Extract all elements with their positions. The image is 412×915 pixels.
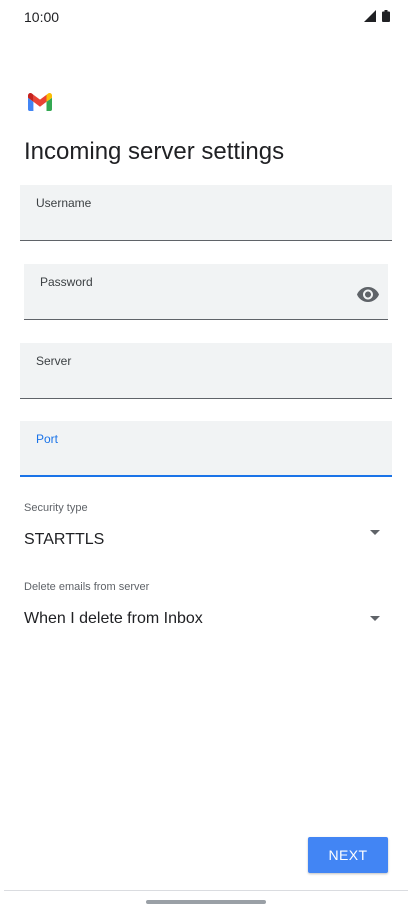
username-input[interactable]: [36, 214, 376, 234]
server-label: Server: [36, 354, 72, 368]
gmail-logo: [28, 93, 52, 111]
server-input[interactable]: [36, 372, 376, 392]
delete-emails-value: When I delete from Inbox: [24, 610, 203, 627]
username-field[interactable]: Username: [20, 185, 392, 241]
dropdown-arrow-icon: [370, 616, 380, 621]
status-icons: [364, 10, 390, 22]
delete-emails-label: Delete emails from server: [24, 581, 150, 593]
dropdown-arrow-icon: [370, 530, 380, 535]
security-type-value: STARTTLS: [24, 531, 105, 548]
password-input[interactable]: [40, 293, 340, 313]
security-type-select[interactable]: Security type STARTTLS: [0, 495, 412, 555]
home-gesture-handle[interactable]: [146, 900, 266, 904]
password-field[interactable]: Password: [24, 264, 388, 320]
status-bar: 10:00: [0, 0, 412, 34]
nav-divider: [4, 890, 408, 891]
page-title: Incoming server settings: [24, 138, 285, 165]
signal-icon: [364, 10, 376, 22]
next-button[interactable]: NEXT: [308, 837, 388, 873]
port-field[interactable]: Port: [20, 421, 392, 477]
delete-emails-select[interactable]: Delete emails from server When I delete …: [0, 574, 412, 634]
status-time: 10:00: [24, 9, 60, 25]
server-field[interactable]: Server: [20, 343, 392, 399]
battery-icon: [382, 10, 390, 22]
username-label: Username: [36, 196, 92, 210]
password-label: Password: [40, 275, 93, 289]
port-label: Port: [36, 432, 59, 446]
security-type-label: Security type: [24, 502, 88, 514]
port-input[interactable]: [36, 449, 376, 469]
eye-icon[interactable]: [356, 282, 380, 306]
